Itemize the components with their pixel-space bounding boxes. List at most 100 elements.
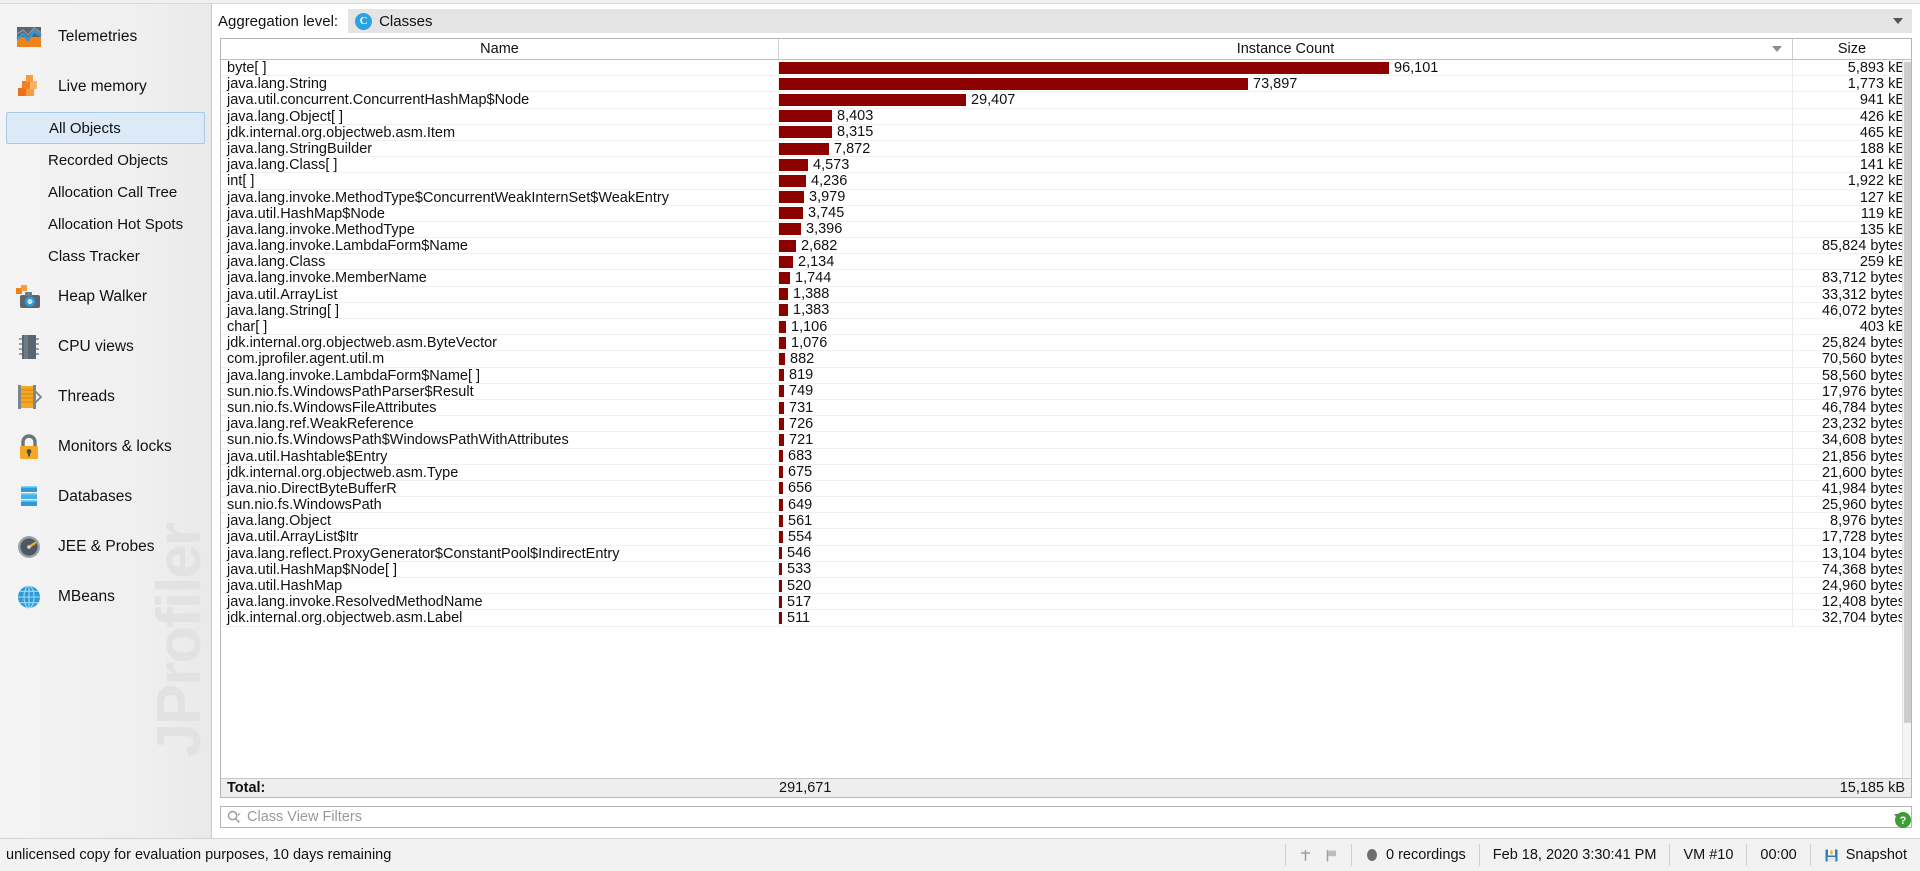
- cell-instance-count: 1,106: [779, 319, 1793, 335]
- cell-instance-count: 73,897: [779, 76, 1793, 92]
- cell-class-name: com.jprofiler.agent.util.m: [221, 351, 779, 367]
- table-row[interactable]: java.util.ArrayList$Itr 554 17,728 bytes: [221, 529, 1911, 546]
- cell-class-name: java.lang.reflect.ProxyGenerator$Constan…: [221, 545, 779, 561]
- instance-count-bar: [779, 191, 804, 204]
- instance-count-bar: [779, 611, 782, 624]
- cell-class-name: java.util.ArrayList$Itr: [221, 529, 779, 545]
- instance-count-bar: [779, 288, 788, 301]
- instance-count-value: 3,979: [809, 189, 846, 205]
- elapsed-status: 00:00: [1747, 839, 1809, 871]
- flag-icon[interactable]: [1324, 848, 1339, 863]
- table-row[interactable]: java.lang.ref.WeakReference 726 23,232 byt…: [221, 416, 1911, 433]
- instance-count-value: 2,134: [798, 254, 835, 270]
- table-row[interactable]: com.jprofiler.agent.util.m 882 70,560 byte…: [221, 351, 1911, 368]
- cell-instance-count: 96,101: [779, 60, 1793, 76]
- instance-count-bar: [779, 352, 785, 365]
- sidebar-item-recorded-objects[interactable]: Recorded Objects: [6, 144, 205, 176]
- column-header-instance-count[interactable]: Instance Count: [779, 39, 1793, 59]
- table-row[interactable]: java.util.concurrent.ConcurrentHashMap$N…: [221, 92, 1911, 109]
- instance-count-bar: [779, 547, 782, 560]
- cell-size: 21,600 bytes: [1821, 464, 1905, 481]
- table-row[interactable]: java.util.HashMap$Node[ ] 533 74,368 bytes: [221, 561, 1911, 578]
- sidebar-item-telemetries[interactable]: Telemetries: [0, 12, 211, 62]
- sidebar-item-all-objects[interactable]: All Objects: [6, 112, 205, 144]
- sidebar-item-databases[interactable]: Databases: [0, 472, 211, 522]
- instance-count-bar: [779, 336, 786, 349]
- table-row[interactable]: java.lang.String 73,897 1,773 kB: [221, 76, 1911, 93]
- table-row[interactable]: sun.nio.fs.WindowsPath$WindowsPathWithAt…: [221, 432, 1911, 449]
- table-row[interactable]: java.util.ArrayList 1,388 33,312 bytes: [221, 286, 1911, 303]
- main-panel: Aggregation level: C Classes Name Instan…: [212, 4, 1920, 838]
- table-row[interactable]: char[ ] 1,106 403 kB: [221, 319, 1911, 336]
- cell-instance-count: 731: [779, 399, 1793, 416]
- cell-class-name: java.lang.invoke.MethodType$ConcurrentWe…: [221, 189, 779, 205]
- table-total-row: Total: 291,671 15,185 kB: [221, 778, 1911, 797]
- instance-count-bar: [779, 126, 832, 139]
- table-row[interactable]: jdk.internal.org.objectweb.asm.Item 8,315…: [221, 124, 1911, 141]
- table-row[interactable]: java.lang.invoke.MemberName 1,744 83,712 b…: [221, 270, 1911, 287]
- table-row[interactable]: java.lang.String[ ] 1,383 46,072 bytes: [221, 302, 1911, 319]
- table-row[interactable]: java.util.HashMap 520 24,960 bytes: [221, 578, 1911, 595]
- search-icon[interactable]: [227, 810, 241, 824]
- cell-instance-count: 683: [779, 448, 1793, 464]
- cell-size: 141 kB: [1859, 157, 1905, 174]
- cell-class-name: java.nio.DirectByteBufferR: [221, 480, 779, 497]
- cell-instance-count: 561: [779, 513, 1793, 529]
- table-row[interactable]: java.lang.Class 2,134 259 kB: [221, 254, 1911, 271]
- sidebar-item-monitors-locks[interactable]: Monitors & locks: [0, 422, 211, 472]
- instance-count-value: 4,573: [813, 157, 850, 173]
- table-row[interactable]: java.lang.Object[ ] 8,403 426 kB: [221, 108, 1911, 125]
- table-row[interactable]: java.lang.invoke.LambdaForm$Name 2,682 85,…: [221, 238, 1911, 255]
- table-row[interactable]: byte[ ] 96,101 5,893 kB: [221, 60, 1911, 77]
- cell-size: 25,960 bytes: [1821, 497, 1905, 514]
- sidebar-item-heap-walker[interactable]: Heap Walker: [0, 272, 211, 322]
- table-row[interactable]: sun.nio.fs.WindowsPathParser$Result 749 17…: [221, 383, 1911, 400]
- table-row[interactable]: java.lang.invoke.ResolvedMethodName 517 12…: [221, 594, 1911, 611]
- table-row[interactable]: java.lang.invoke.LambdaForm$Name[ ] 819 58…: [221, 367, 1911, 384]
- aggregation-level-dropdown[interactable]: C Classes: [348, 9, 1912, 33]
- sidebar-item-jee-probes[interactable]: JEE & Probes: [0, 522, 211, 572]
- cell-instance-count: 1,388: [779, 286, 1793, 302]
- table-row[interactable]: java.lang.invoke.MethodType 3,396 135 kB: [221, 221, 1911, 239]
- table-row[interactable]: java.lang.Object 561 8,976 bytes: [221, 513, 1911, 530]
- table-row[interactable]: java.util.Hashtable$Entry 683 21,856 bytes: [221, 448, 1911, 465]
- table-row[interactable]: sun.nio.fs.WindowsPath 649 25,960 bytes: [221, 497, 1911, 514]
- cell-size: 58,560 bytes: [1821, 367, 1905, 384]
- column-header-size-label: Size: [1837, 41, 1867, 57]
- sidebar-item-threads[interactable]: Threads: [0, 372, 211, 422]
- table-row[interactable]: jdk.internal.org.objectweb.asm.ByteVecto…: [221, 335, 1911, 352]
- instance-count-value: 7,872: [834, 140, 871, 157]
- help-button[interactable]: ?: [1894, 811, 1912, 829]
- recordings-status[interactable]: 0 recordings: [1352, 839, 1479, 871]
- sidebar-item-allocation-hot-spots[interactable]: Allocation Hot Spots: [6, 208, 205, 240]
- instance-count-value: 546: [787, 545, 812, 561]
- mbeans-icon: [14, 582, 44, 612]
- cell-class-name: java.util.Hashtable$Entry: [221, 448, 779, 464]
- table-row[interactable]: java.util.HashMap$Node 3,745 119 kB: [221, 205, 1911, 222]
- sidebar-label-allocation-call-tree: Allocation Call Tree: [48, 183, 178, 201]
- sidebar-item-cpu-views[interactable]: CPU views: [0, 322, 211, 372]
- table-row[interactable]: jdk.internal.org.objectweb.asm.Type 675 21…: [221, 464, 1911, 481]
- scrollbar-thumb[interactable]: [1904, 62, 1911, 723]
- table-row[interactable]: int[ ] 4,236 1,922 kB: [221, 173, 1911, 190]
- table-row[interactable]: jdk.internal.org.objectweb.asm.Label 511 3…: [221, 610, 1911, 627]
- table-row[interactable]: java.lang.StringBuilder 7,872 188 kB: [221, 140, 1911, 158]
- sidebar-item-allocation-call-tree[interactable]: Allocation Call Tree: [6, 176, 205, 208]
- column-header-name[interactable]: Name: [221, 39, 779, 59]
- cell-instance-count: 649: [779, 497, 1793, 513]
- table-vertical-scrollbar[interactable]: [1902, 60, 1911, 778]
- table-row[interactable]: java.lang.reflect.ProxyGenerator$Constan…: [221, 545, 1911, 562]
- snapshot-status[interactable]: Snapshot: [1811, 839, 1920, 871]
- cell-class-name: java.lang.invoke.LambdaForm$Name: [221, 238, 779, 254]
- class-view-filter[interactable]: Class View Filters: [220, 806, 1912, 828]
- table-row[interactable]: java.lang.invoke.MethodType$ConcurrentWe…: [221, 189, 1911, 206]
- sidebar-item-live-memory[interactable]: Live memory: [0, 62, 211, 112]
- add-bookmark-icon[interactable]: [1298, 848, 1313, 863]
- cell-instance-count: 882: [779, 351, 1793, 367]
- table-row[interactable]: java.nio.DirectByteBufferR 656 41,984 byte…: [221, 480, 1911, 498]
- sidebar-item-class-tracker[interactable]: Class Tracker: [6, 240, 205, 272]
- column-header-size[interactable]: Size: [1793, 39, 1911, 59]
- table-row[interactable]: sun.nio.fs.WindowsFileAttributes 731 46,78…: [221, 399, 1911, 417]
- table-row[interactable]: java.lang.Class[ ] 4,573 141 kB: [221, 157, 1911, 174]
- sidebar-item-mbeans[interactable]: MBeans: [0, 572, 211, 622]
